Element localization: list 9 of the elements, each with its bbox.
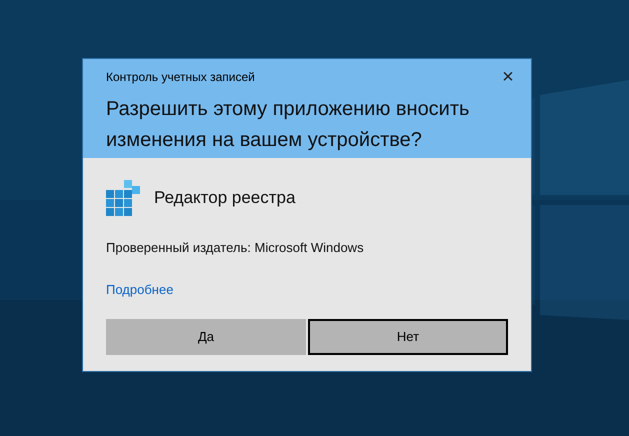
question-text: Разрешить этому приложению вносить изменения на вашем устройстве? (106, 97, 470, 153)
publisher-text: Проверенный издатель: Microsoft Windows (106, 239, 365, 257)
app-name: Редактор реестра (154, 187, 296, 210)
dialog-button[interactable]: Нет (308, 319, 508, 355)
close-button[interactable]: × (498, 68, 518, 86)
cubes-icon (106, 180, 140, 216)
window-title: Контроль учетных записей (106, 69, 255, 86)
details-link[interactable]: Подробнее (106, 280, 174, 299)
dialog-button[interactable]: Да (106, 319, 306, 355)
